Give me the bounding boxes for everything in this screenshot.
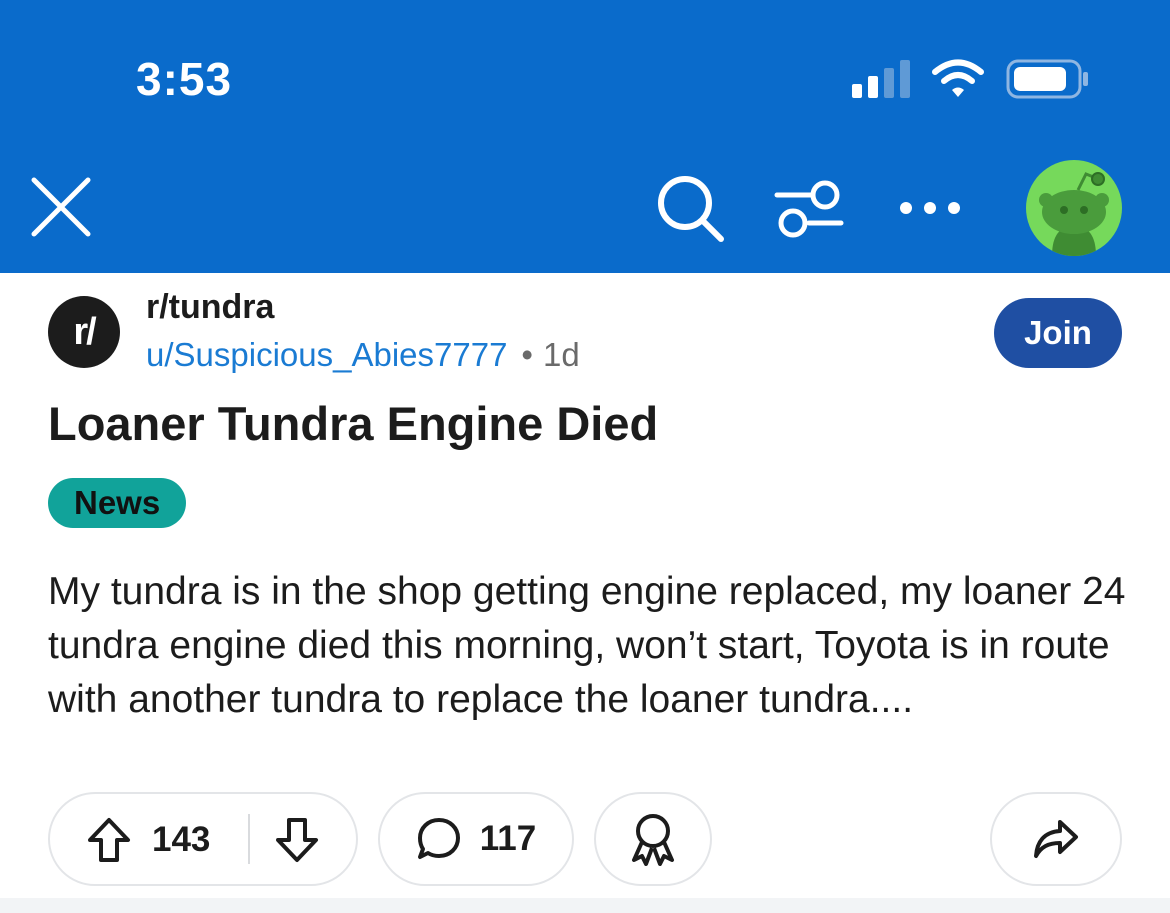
close-icon <box>31 177 91 237</box>
more-icon <box>900 202 960 214</box>
author-link[interactable]: u/Suspicious_Abies7777 <box>146 336 507 374</box>
post-age: 1d <box>542 336 580 373</box>
snoo-avatar-icon <box>1039 172 1109 256</box>
upvote-icon[interactable] <box>86 816 132 864</box>
share-icon <box>1034 820 1078 858</box>
feed-divider <box>0 898 1170 913</box>
battery-icon <box>1006 59 1088 99</box>
comment-icon <box>417 818 460 859</box>
more-button[interactable] <box>888 180 972 236</box>
meta-separator: • <box>521 336 533 373</box>
close-button[interactable] <box>22 168 100 246</box>
status-icons <box>852 58 1090 100</box>
upvote-count: 143 <box>152 820 211 859</box>
subreddit-icon[interactable]: r/ <box>48 296 120 368</box>
subreddit-name[interactable]: r/tundra <box>146 288 274 327</box>
award-button[interactable] <box>594 792 712 886</box>
downvote-icon[interactable] <box>274 816 320 864</box>
post-title[interactable]: Loaner Tundra Engine Died <box>48 396 658 451</box>
award-icon <box>632 814 674 866</box>
share-button[interactable] <box>990 792 1122 886</box>
post-body[interactable]: My tundra is in the shop getting engine … <box>48 565 1138 727</box>
join-button[interactable]: Join <box>994 298 1122 368</box>
cellular-signal-icon <box>852 60 910 98</box>
comment-count: 117 <box>479 819 537 858</box>
app-header <box>0 0 1170 273</box>
vote-divider <box>248 814 250 864</box>
post-flair[interactable]: News <box>48 478 187 528</box>
status-time: 3:53 <box>136 53 233 105</box>
search-button[interactable] <box>650 168 730 248</box>
user-avatar[interactable] <box>1026 160 1122 256</box>
search-icon <box>658 176 724 242</box>
vote-control: 143 <box>48 792 358 886</box>
filter-button[interactable] <box>768 170 850 246</box>
comments-button[interactable]: 117 <box>378 792 574 886</box>
wifi-icon <box>932 59 984 97</box>
post-meta: u/Suspicious_Abies7777 • 1d <box>146 336 580 374</box>
filter-icon <box>774 180 844 238</box>
